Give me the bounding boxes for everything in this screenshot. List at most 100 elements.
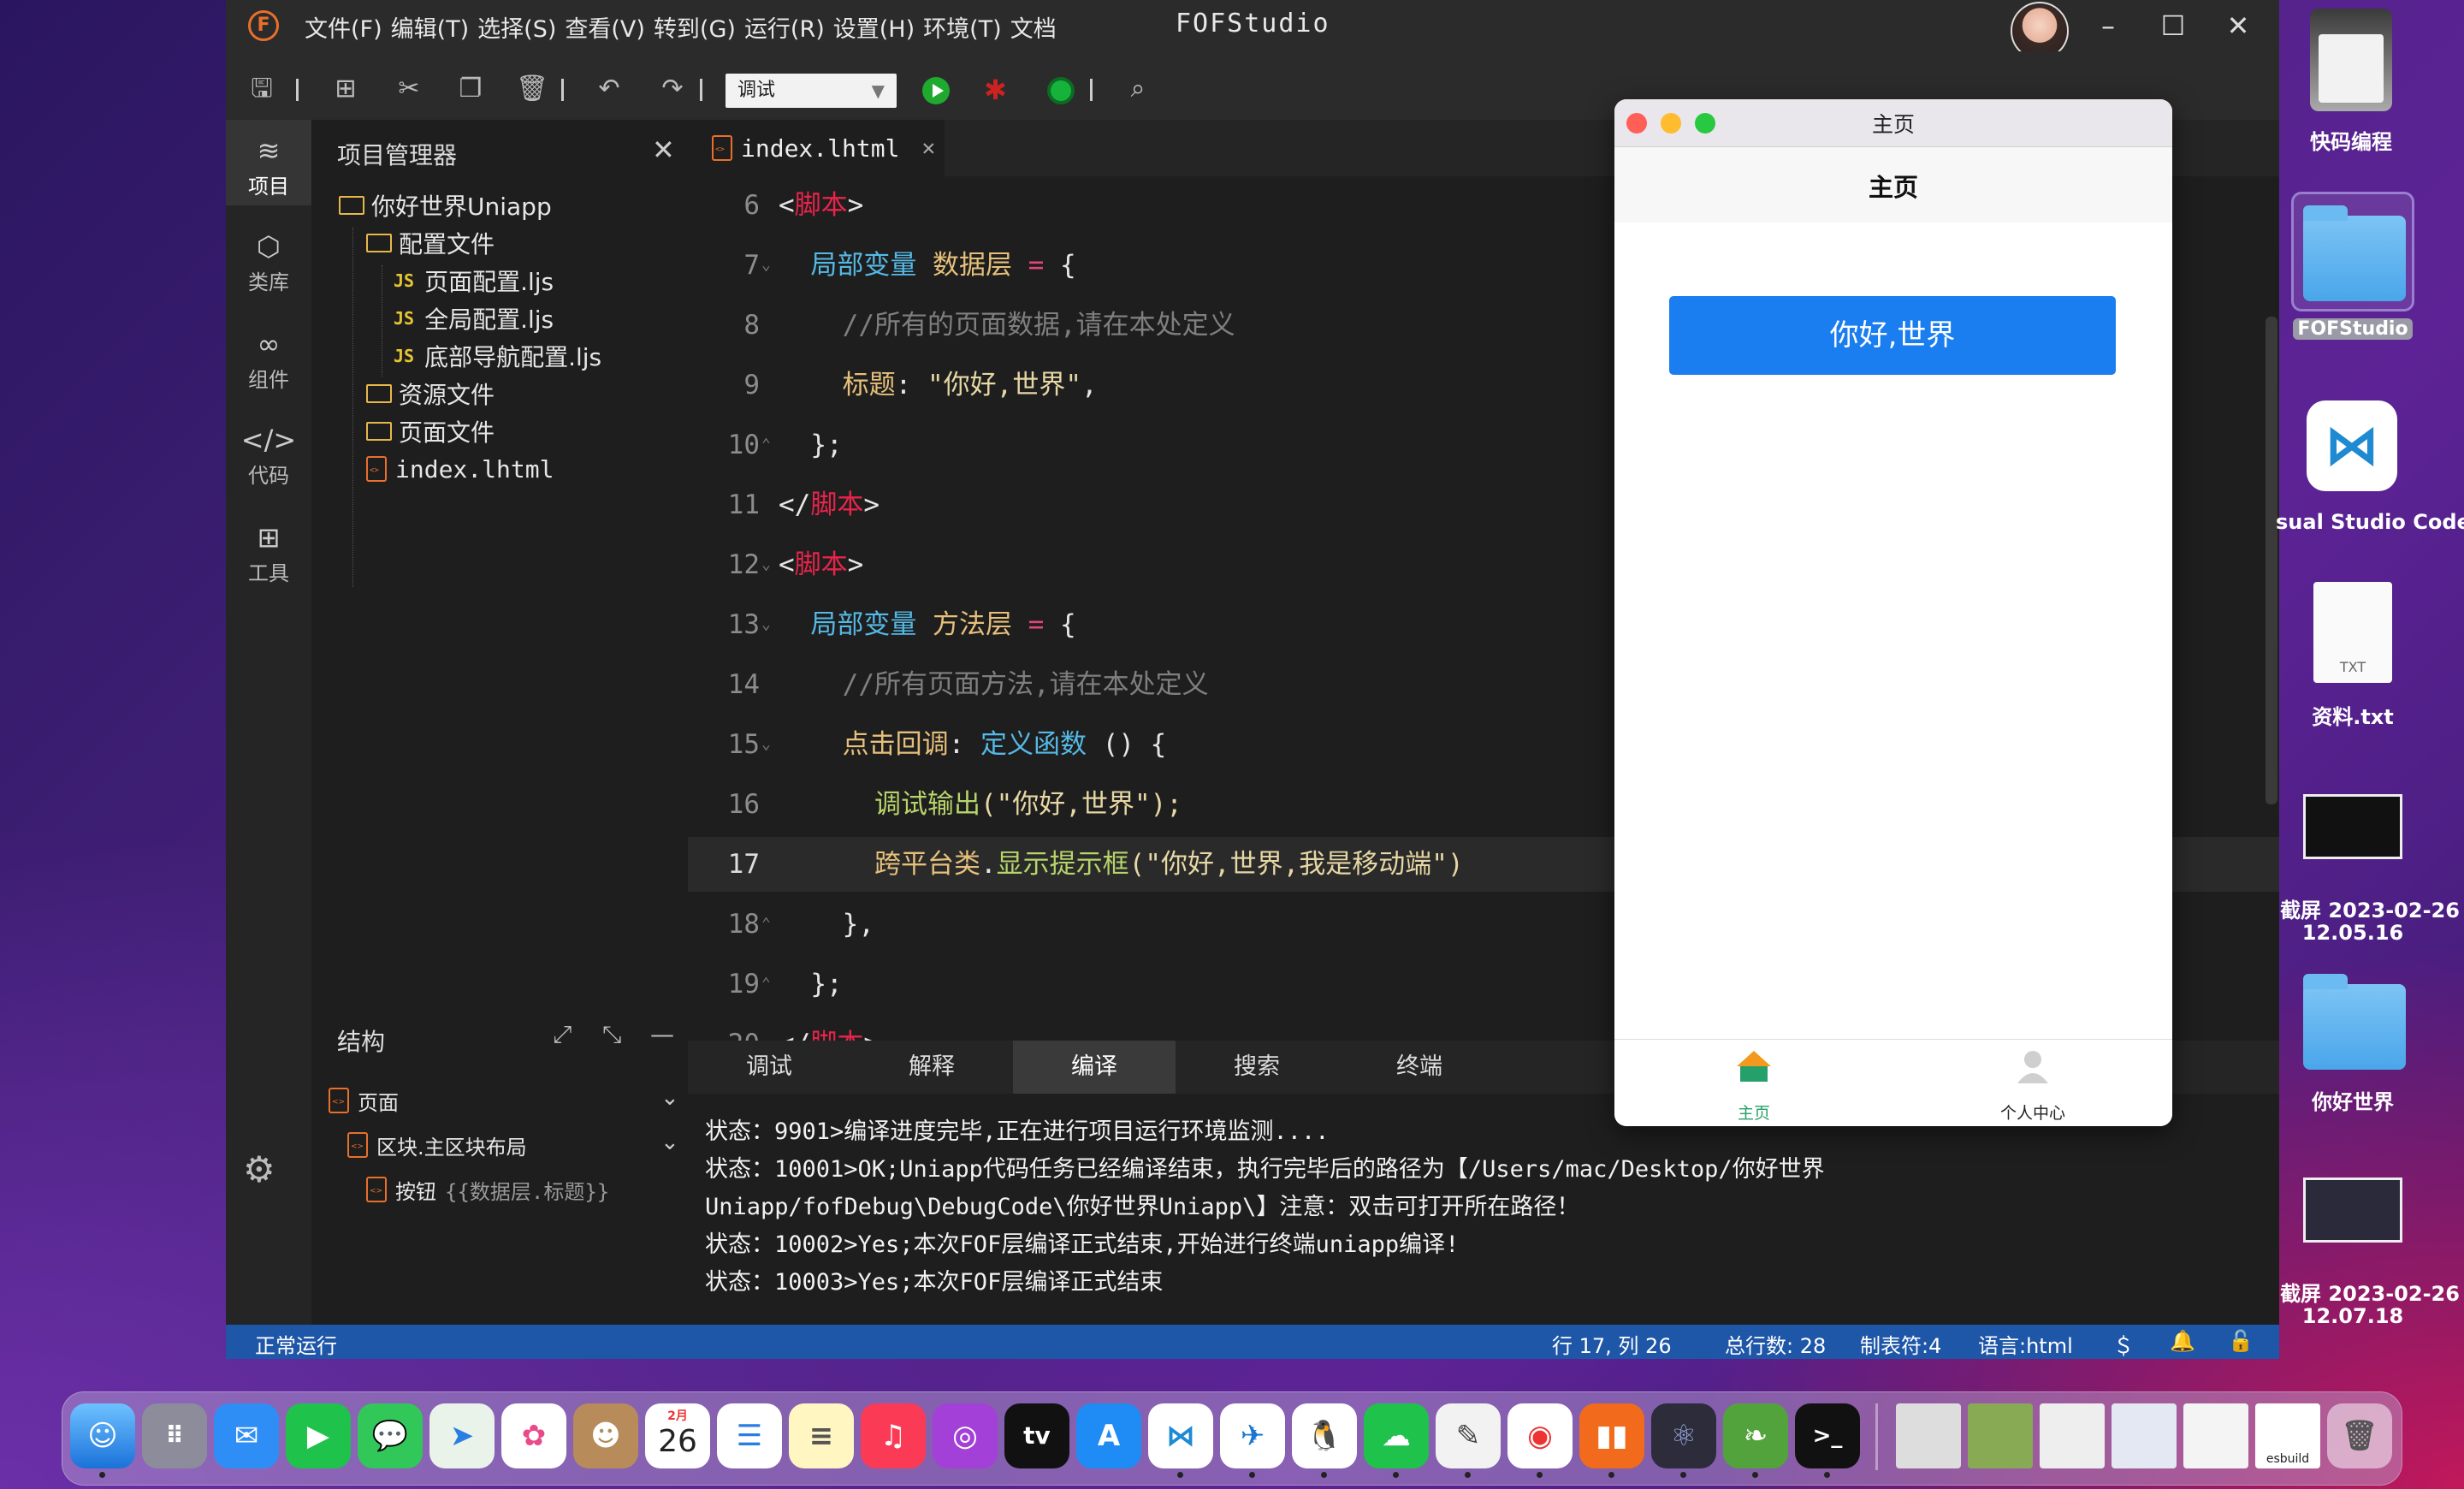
close-icon[interactable]: ✕ — [2219, 7, 2257, 44]
mode-select[interactable]: 调试 ▼ — [726, 74, 897, 108]
recent-window-icon[interactable] — [2183, 1403, 2248, 1468]
debug-bug-icon[interactable]: ✱ — [984, 74, 1007, 106]
close-tab-icon[interactable]: ✕ — [921, 135, 935, 161]
activity-components[interactable]: ∞ 组件 — [226, 313, 311, 399]
photos-icon[interactable]: ✿ — [501, 1403, 566, 1468]
menu-select[interactable]: 选择(S) — [476, 10, 558, 44]
maps-icon[interactable]: ➤ — [429, 1403, 495, 1468]
qq-icon[interactable]: 🐧 — [1292, 1403, 1357, 1468]
fold-icon[interactable]: ⌄ — [761, 238, 771, 293]
menu-run[interactable]: 运行(R) — [743, 10, 826, 44]
fold-icon[interactable]: ⌄ — [761, 537, 771, 592]
save-icon[interactable]: 🖫 — [245, 72, 279, 106]
mobile-tab-profile[interactable]: 个人中心 — [1893, 1100, 2172, 1124]
editor-scrollbar[interactable] — [2266, 317, 2277, 804]
fold-icon[interactable]: ⌃ — [761, 418, 771, 472]
menu-docs[interactable]: 文档 — [1009, 10, 1058, 44]
structure-row[interactable]: 按钮 {{数据层.标题}} — [366, 1171, 609, 1208]
copy-icon[interactable]: ❐ — [453, 72, 488, 106]
tab-debug[interactable]: 调试 — [688, 1041, 850, 1094]
apple-tv-icon[interactable]: tv — [1004, 1403, 1069, 1468]
recent-window-icon[interactable] — [1968, 1403, 2033, 1468]
music-icon[interactable]: ♫ — [861, 1403, 926, 1468]
reminders-icon[interactable]: ☰ — [717, 1403, 782, 1468]
mobile-tab-home[interactable]: 主页 — [1614, 1100, 1893, 1124]
recent-window-icon[interactable] — [2112, 1403, 2177, 1468]
cut-icon[interactable]: ✂ — [392, 72, 426, 106]
tree-folder-pages[interactable]: 页面文件 — [366, 412, 495, 450]
audio-app-icon[interactable]: ▮▮ — [1579, 1403, 1644, 1468]
messages-icon[interactable]: 💬 — [358, 1403, 423, 1468]
menu-settings[interactable]: 设置(H) — [832, 10, 916, 44]
tab-index-lhtml[interactable]: index.lhtml ✕ — [688, 120, 945, 176]
close-icon[interactable]: ✕ — [652, 133, 675, 166]
leaf-app-icon[interactable]: ❧ — [1723, 1403, 1788, 1468]
menu-view[interactable]: 查看(V) — [563, 10, 647, 44]
notes-icon[interactable]: ≡ — [789, 1403, 854, 1468]
tree-folder-config[interactable]: 配置文件 — [366, 224, 495, 262]
minimize-icon[interactable]: – — [2089, 7, 2127, 44]
redo-icon[interactable]: ↷ — [655, 72, 690, 106]
activity-project[interactable]: ≋ 项目 — [226, 120, 311, 205]
fold-icon[interactable]: ⌄ — [761, 597, 771, 652]
vscode-icon[interactable]: ⋈ — [2307, 400, 2397, 491]
textedit-icon[interactable]: ✎ — [1436, 1403, 1501, 1468]
unlock-icon[interactable]: 🔓 — [2228, 1329, 2254, 1353]
esbuild-window-icon[interactable]: esbuild — [2255, 1403, 2320, 1468]
activity-library[interactable]: ⬡ 类库 — [226, 216, 311, 301]
tab-terminal[interactable]: 终端 — [1338, 1041, 1501, 1094]
chevron-down-icon[interactable]: ⌄ — [660, 1085, 679, 1111]
tree-file[interactable]: index.lhtml — [366, 450, 554, 488]
status-cursor-pos[interactable]: 行 17, 列 26 — [1552, 1329, 1672, 1359]
run-icon[interactable] — [922, 77, 950, 104]
activity-code[interactable]: </> 代码 — [226, 409, 311, 495]
electron-icon[interactable]: ⚛ — [1651, 1403, 1716, 1468]
record-icon[interactable] — [1047, 77, 1075, 104]
menu-env[interactable]: 环境(T) — [921, 10, 1004, 44]
activity-tools[interactable]: ⊞ 工具 — [226, 507, 311, 592]
tab-compile[interactable]: 编译 — [1013, 1041, 1176, 1094]
txt-file-icon[interactable]: TXT — [2313, 582, 2392, 683]
facetime-icon[interactable]: ▶ — [286, 1403, 351, 1468]
structure-row[interactable]: 页面 — [329, 1082, 399, 1119]
menu-edit[interactable]: 编辑(T) — [389, 10, 471, 44]
recent-window-icon[interactable] — [2040, 1403, 2105, 1468]
contacts-icon[interactable]: ☻ — [573, 1403, 638, 1468]
bell-icon[interactable]: 🔔 — [2170, 1329, 2195, 1353]
fold-icon[interactable]: ⌃ — [761, 957, 771, 1011]
sd-card-icon[interactable] — [2310, 9, 2392, 111]
fold-icon[interactable]: ⌃ — [761, 897, 771, 952]
collapse-icon[interactable]: ⤡ — [602, 1020, 621, 1049]
menu-goto[interactable]: 转到(G) — [652, 10, 737, 44]
tree-file[interactable]: JS 页面配置.ljs — [394, 262, 554, 300]
new-file-icon[interactable]: ⊞ — [329, 72, 363, 106]
tree-file[interactable]: JS 底部导航配置.ljs — [394, 337, 601, 375]
tree-file[interactable]: JS 全局配置.ljs — [394, 300, 554, 337]
fold-icon[interactable]: ⌄ — [761, 717, 771, 772]
chevron-down-icon[interactable]: ⌄ — [660, 1130, 679, 1155]
delete-icon[interactable]: 🗑 — [515, 72, 549, 106]
launchpad-icon[interactable]: ⠿ — [142, 1403, 207, 1468]
recent-window-icon[interactable] — [1896, 1403, 1961, 1468]
tree-folder-resources[interactable]: 资源文件 — [366, 375, 495, 412]
dollar-icon[interactable]: ＄ — [2113, 1329, 2134, 1359]
minus-icon[interactable]: — — [650, 1020, 674, 1048]
status-tab-size[interactable]: 制表符:4 — [1860, 1329, 1941, 1359]
tab-interpret[interactable]: 解释 — [850, 1041, 1013, 1094]
terminal-icon[interactable]: >_ — [1795, 1403, 1860, 1468]
podcasts-icon[interactable]: ◎ — [933, 1403, 998, 1468]
hello-world-button[interactable]: 你好,世界 — [1669, 296, 2116, 375]
expand-icon[interactable]: ⤢ — [553, 1020, 572, 1049]
menu-file[interactable]: 文件(F) — [303, 10, 384, 44]
dingtalk-icon[interactable]: ✈ — [1220, 1403, 1285, 1468]
mail-icon[interactable]: ✉ — [214, 1403, 279, 1468]
app-store-icon[interactable]: A — [1076, 1403, 1141, 1468]
folder-icon[interactable] — [2303, 205, 2406, 301]
tree-root[interactable]: 你好世界Uniapp — [339, 187, 552, 224]
search-files-icon[interactable]: ⌕ — [1121, 72, 1155, 106]
screenshot-thumbnail-icon[interactable] — [2303, 1178, 2402, 1243]
screenshot-thumbnail-icon[interactable] — [2303, 794, 2402, 859]
structure-row[interactable]: 区块.主区块布局 — [347, 1126, 527, 1164]
status-language[interactable]: 语言:html — [1978, 1329, 2073, 1359]
gear-icon[interactable]: ⚙ — [243, 1148, 275, 1190]
